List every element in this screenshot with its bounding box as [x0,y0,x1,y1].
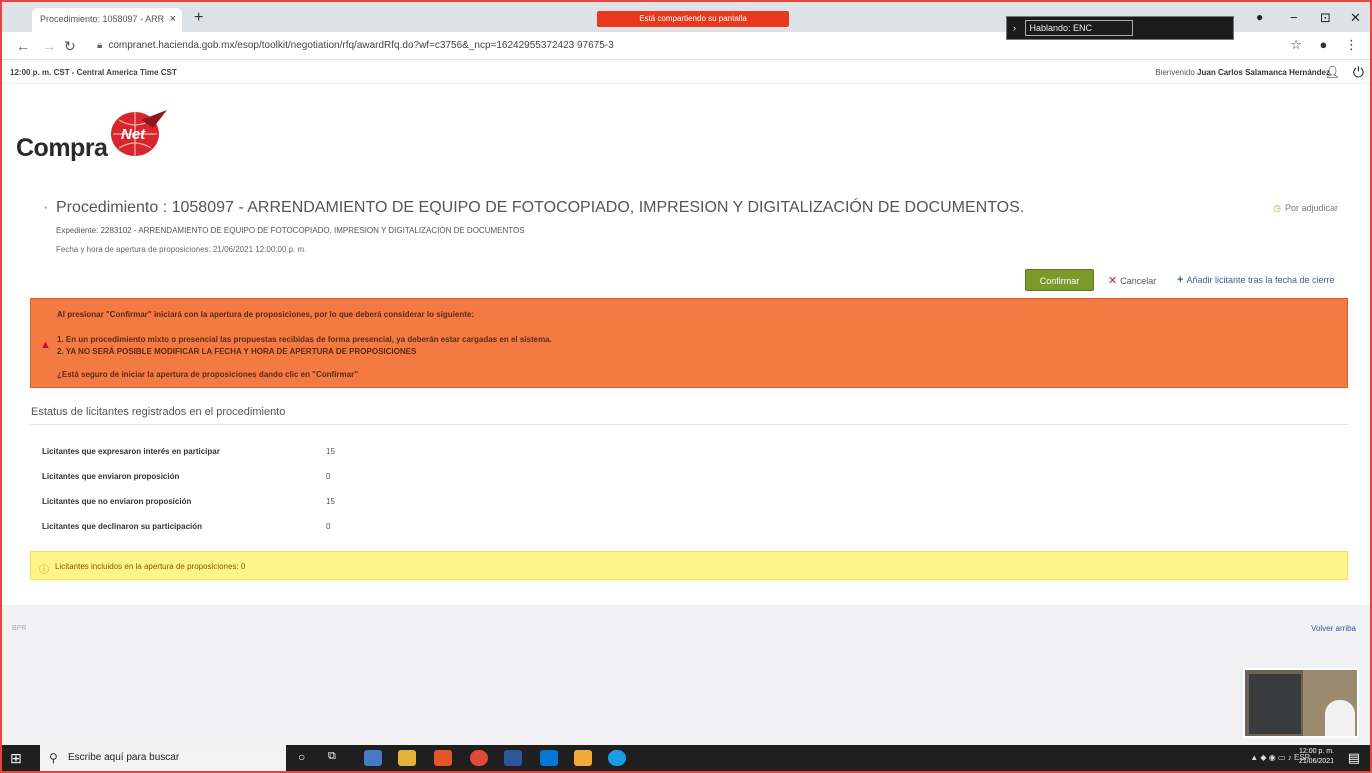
welcome-prefix: Bienvenido [1155,68,1195,77]
section-title: Estatus de licitantes registrados en el … [31,406,286,418]
add-bidder-label: Añadir licitante tras la fecha de cierre [1186,275,1335,285]
office-app-icon[interactable] [434,750,452,766]
url-field[interactable]: 🔒︎ compranet.hacienda.gob.mx/esop/toolkit… [97,40,614,51]
expediente-line: Expediente: 2283102 - ARRENDAMIENTO DE E… [56,226,525,235]
compranet-logo[interactable]: Compra Net [16,106,168,162]
browser-tab[interactable]: Procedimiento: 1058097 - ARR × [32,8,182,32]
logo-text: Compra [16,134,108,162]
warning-line: ¿Está seguro de iniciar la apertura de p… [57,370,358,379]
timezone-clock: 12:00 p. m. CST - Central America Time C… [10,68,177,77]
lock-icon: 🔒︎ [97,40,103,51]
stat-label: Licitantes que enviaron proposición [42,472,180,481]
info-alert: ⓘ Licitantes incluidos en la apertura de… [30,551,1348,580]
task-view-icon[interactable]: ⧉ [328,750,346,766]
stat-value: 15 [326,497,335,506]
close-x-icon: ✕ [1108,275,1118,287]
word-icon[interactable] [504,750,522,766]
minimize-button[interactable]: − [1290,10,1298,25]
stat-row: Licitantes que enviaron proposición 0 [42,472,362,481]
speaking-label: Hablando: ENC [1024,20,1134,36]
tab-title: Procedimiento: 1058097 - ARR [40,14,165,24]
logo-badge-text: Net [121,126,146,143]
tab-close-icon[interactable]: × [170,13,176,25]
bookmark-star-icon[interactable]: ☆ [1290,37,1302,52]
taskbar-search-placeholder: Escribe aquí para buscar [68,752,180,763]
info-text: Licitantes incluidos en la apertura de p… [55,562,246,571]
edge-icon[interactable] [608,750,626,766]
stat-label: Licitantes que no enviaron proposición [42,497,192,506]
screen-share-banner[interactable]: Está compartiendo su pantalla [597,11,789,27]
skype-icon[interactable] [540,750,558,766]
new-tab-icon[interactable]: + [194,10,203,26]
windows-taskbar: ⊞ ⚲ Escribe aquí para buscar ○ ⧉ ▲ ◆ ◉ ▭… [2,745,1370,771]
divider [30,424,1348,425]
taskbar-date: 21/06/2021 [1298,758,1334,765]
outlook-app-icon[interactable] [364,750,382,766]
status-text: Por adjudicar [1284,203,1338,213]
stat-row: Licitantes que expresaron interés en par… [42,447,362,456]
stat-value: 0 [326,472,331,481]
menu-kebab-icon[interactable]: ⋮ [1345,37,1358,52]
warning-triangle-icon: ▲ [40,339,51,351]
stat-row: Licitantes que no enviaron proposición 1… [42,497,362,506]
confirm-button[interactable]: Confirmar [1025,269,1094,291]
add-bidder-button[interactable]: + Añadir licitante tras la fecha de cierr… [1177,274,1335,286]
sticky-app-icon[interactable] [574,750,592,766]
video-participant [1325,700,1355,736]
stat-label: Licitantes que declinaron su participaci… [42,522,203,531]
record-icon[interactable]: ● [1256,10,1263,24]
welcome-message: Bienvenido Juan Carlos Salamanca Hernánd… [1155,68,1330,77]
stat-value: 0 [326,522,331,531]
cancel-label: Cancelar [1120,276,1157,286]
profile-icon[interactable]: ● [1320,37,1328,52]
url-text: compranet.hacienda.gob.mx/esop/toolkit/n… [108,40,614,51]
warning-line: 1. En un procedimiento mixto o presencia… [57,335,552,344]
notification-icon[interactable]: ▤ [1348,750,1360,766]
cortana-icon[interactable]: ○ [298,750,316,766]
procedure-title-text: Procedimiento : 1058097 - ARRENDAMIENTO … [56,199,1025,216]
cancel-button[interactable]: ✕ Cancelar [1108,274,1156,287]
site-top-strip: 12:00 p. m. CST - Central America Time C… [2,62,1370,84]
video-poster [1249,674,1301,734]
stat-row: Licitantes que declinaron su participaci… [42,522,362,531]
user-name: Juan Carlos Salamanca Hernández [1197,68,1330,77]
warning-alert: ▲ Al presionar "Confirmar" iniciará con … [30,298,1348,388]
stat-value: 15 [326,447,335,456]
user-icon[interactable]: 👤︎ [1325,65,1340,79]
forward-arrow-icon[interactable]: → [42,38,56,54]
plus-icon: + [1177,274,1184,286]
power-logout-icon[interactable]: ⏻ [1353,64,1364,81]
maximize-button[interactable]: ⊡ [1320,10,1331,26]
footer-left-text: BPR [12,625,27,632]
globe-logo-icon: Net [107,108,168,158]
clock-status-icon: ◷ [1273,203,1281,213]
taskbar-clock[interactable]: 12:00 p. m. 21/06/2021 [1299,747,1334,767]
video-call-thumbnail[interactable] [1243,668,1359,738]
file-explorer-icon[interactable] [398,750,416,766]
opening-date-line: Fecha y hora de apertura de proposicione… [56,245,307,254]
stat-label: Licitantes que expresaron interés en par… [42,447,220,456]
taskbar-search[interactable]: ⚲ Escribe aquí para buscar [40,745,286,771]
chrome-icon[interactable] [470,750,488,766]
page-footer: BPR Volver arriba [2,605,1370,745]
chevron-right-icon: › [1013,23,1016,33]
speaking-indicator: › Hablando: ENC [1006,16,1234,40]
procedure-title: • Procedimiento : 1058097 - ARRENDAMIENT… [44,199,1025,217]
reload-icon[interactable]: ↻ [64,38,76,55]
info-circle-icon: ⓘ [39,565,49,576]
status-badge: ◷ Por adjudicar [1273,203,1338,214]
warning-line: Al presionar "Confirmar" iniciará con la… [57,310,475,319]
warning-line: 2. YA NO SERÁ POSIBLE MODIFICAR LA FECHA… [57,347,417,356]
bullet-icon: • [44,203,48,214]
close-button[interactable]: ✕ [1350,10,1361,26]
back-arrow-icon[interactable]: ← [16,38,30,54]
back-to-top-link[interactable]: Volver arriba [1311,624,1356,633]
search-icon: ⚲ [49,751,58,765]
taskbar-time: 12:00 p. m. [1298,748,1334,755]
windows-start-icon[interactable]: ⊞ [10,750,22,767]
